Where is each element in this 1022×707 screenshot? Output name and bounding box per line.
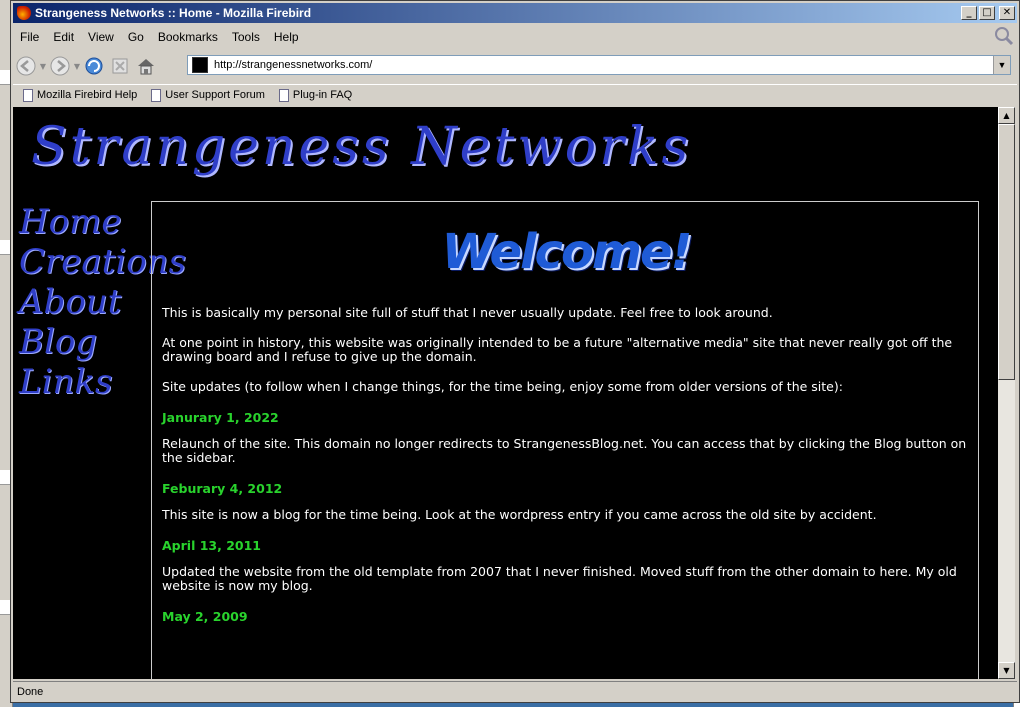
maximize-button[interactable]: □ — [979, 6, 995, 20]
menu-edit[interactable]: Edit — [46, 30, 81, 44]
vertical-scrollbar[interactable]: ▲ ▼ — [998, 107, 1015, 679]
scroll-up-icon[interactable]: ▲ — [998, 107, 1015, 124]
status-bar: Done — [13, 681, 1017, 702]
back-arrow-icon — [16, 56, 36, 76]
scroll-thumb[interactable] — [998, 124, 1015, 380]
forward-dropdown-icon[interactable]: ▼ — [73, 62, 81, 71]
throbber-icon — [995, 27, 1014, 46]
update-date: Feburary 4, 2012 — [162, 481, 283, 496]
update-date: Janurary 1, 2022 — [162, 410, 279, 425]
menu-help[interactable]: Help — [267, 30, 306, 44]
menu-view[interactable]: View — [81, 30, 121, 44]
home-icon — [138, 59, 154, 75]
stop-button[interactable] — [107, 54, 133, 78]
title-bar[interactable]: Strangeness Networks :: Home - Mozilla F… — [13, 3, 1017, 23]
url-dropdown-icon[interactable]: ▼ — [993, 56, 1010, 74]
site-favicon-icon — [192, 57, 208, 73]
status-text: Done — [17, 686, 44, 698]
nav-links-link[interactable]: Links — [19, 362, 149, 402]
page-icon — [23, 88, 33, 102]
url-input[interactable]: http://strangenessnetworks.com/ — [214, 59, 993, 71]
site-title: Strangeness Networks — [31, 117, 692, 177]
stop-icon — [112, 58, 128, 74]
nav-creations-link[interactable]: Creations — [19, 242, 186, 282]
home-button[interactable] — [133, 54, 159, 78]
menu-go[interactable]: Go — [121, 30, 151, 44]
browser-window: Strangeness Networks :: Home - Mozilla F… — [10, 0, 1020, 703]
address-bar[interactable]: http://strangenessnetworks.com/ ▼ — [187, 55, 1011, 75]
menu-bookmarks[interactable]: Bookmarks — [151, 30, 225, 44]
back-button[interactable] — [13, 54, 39, 78]
menu-tools[interactable]: Tools — [225, 30, 267, 44]
update-text: Relaunch of the site. This domain no lon… — [162, 436, 967, 465]
forward-button[interactable] — [47, 54, 73, 78]
window-title: Strangeness Networks :: Home - Mozilla F… — [35, 6, 312, 20]
sidebar-nav: Home Creations About Blog Links — [19, 202, 186, 402]
nav-blog-link[interactable]: Blog — [19, 322, 149, 362]
close-button[interactable]: ✕ — [999, 6, 1015, 20]
menu-file[interactable]: File — [13, 30, 46, 44]
bookmark-plugin-faq[interactable]: Plug-in FAQ — [278, 88, 352, 102]
intro-paragraph: This is basically my personal site full … — [162, 305, 773, 320]
update-date: May 2, 2009 — [162, 609, 248, 624]
bookmark-user-support-forum[interactable]: User Support Forum — [151, 88, 265, 102]
minimize-button[interactable]: _ — [961, 6, 977, 20]
nav-about-link[interactable]: About — [19, 282, 149, 322]
menu-bar: File Edit View Go Bookmarks Tools Help — [13, 27, 1017, 47]
reload-icon — [85, 57, 103, 75]
page-icon — [151, 88, 162, 102]
forward-arrow-icon — [50, 56, 70, 76]
updates-intro: Site updates (to follow when I change th… — [162, 379, 843, 394]
update-date: April 13, 2011 — [162, 538, 261, 553]
back-dropdown-icon[interactable]: ▼ — [39, 62, 47, 71]
page-viewport: Strangeness Networks Home Creations Abou… — [13, 107, 998, 679]
reload-button[interactable] — [81, 54, 107, 78]
nav-home-link[interactable]: Home — [19, 202, 149, 242]
bookmark-firebird-help[interactable]: Mozilla Firebird Help — [23, 88, 137, 102]
update-text: This site is now a blog for the time bei… — [162, 507, 877, 522]
scroll-down-icon[interactable]: ▼ — [998, 662, 1015, 679]
firebird-app-icon — [17, 6, 31, 20]
welcome-heading: Welcome! — [441, 224, 693, 280]
intro-paragraph: At one point in history, this website wa… — [162, 335, 953, 364]
main-panel: Welcome! This is basically my personal s… — [151, 201, 979, 679]
bookmarks-toolbar: Mozilla Firebird Help User Support Forum… — [13, 84, 1017, 105]
page-icon — [278, 88, 289, 102]
update-text: Updated the website from the old templat… — [162, 564, 957, 593]
